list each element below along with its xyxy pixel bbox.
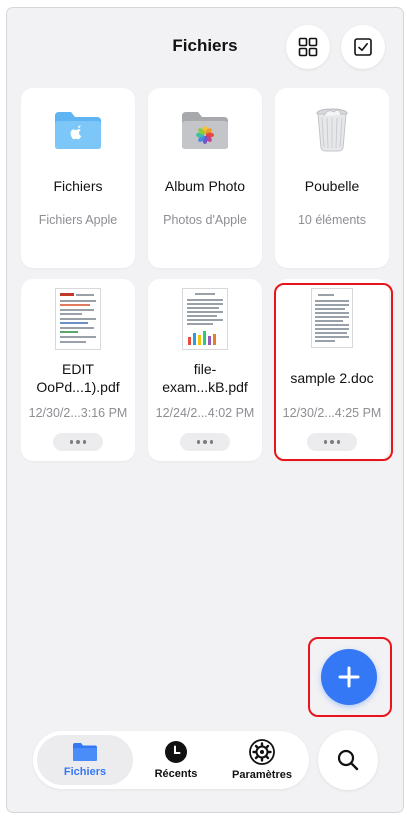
file-name-line2: exam...kB.pdf bbox=[162, 379, 248, 395]
more-options-button[interactable] bbox=[180, 433, 230, 451]
location-card-fichiers[interactable]: Fichiers Fichiers Apple bbox=[21, 88, 135, 268]
location-name: Fichiers bbox=[53, 178, 103, 194]
tab-label: Récents bbox=[154, 768, 198, 780]
file-card[interactable]: EDIT OoPd...1).pdf 12/30/2...3:16 PM bbox=[21, 279, 135, 461]
file-name-line2: OoPd...1).pdf bbox=[36, 379, 120, 395]
folder-icon bbox=[73, 743, 97, 761]
file-name-line1: EDIT bbox=[62, 361, 94, 377]
grid-view-icon bbox=[298, 37, 318, 57]
checkbox-select-icon bbox=[354, 38, 372, 56]
more-options-button[interactable] bbox=[53, 433, 103, 451]
photos-folder-icon bbox=[182, 112, 228, 149]
ellipsis-icon bbox=[69, 440, 74, 444]
location-subtitle: Fichiers Apple bbox=[38, 213, 118, 227]
search-button[interactable] bbox=[318, 730, 378, 790]
file-name-line1: file- bbox=[193, 361, 217, 377]
pdf-thumbnail bbox=[56, 289, 100, 349]
location-name: Album Photo bbox=[164, 178, 246, 194]
ellipsis-icon bbox=[196, 440, 201, 444]
search-icon bbox=[337, 749, 359, 771]
tab-label: Fichiers bbox=[63, 766, 107, 778]
clock-icon bbox=[165, 741, 187, 763]
select-button[interactable] bbox=[341, 25, 385, 69]
location-card-poubelle[interactable]: Poubelle 10 éléments bbox=[275, 88, 389, 268]
tab-label: Paramètres bbox=[232, 769, 292, 781]
grid-view-button[interactable] bbox=[286, 25, 330, 69]
highlight-box bbox=[308, 637, 392, 717]
gear-icon bbox=[249, 739, 275, 765]
file-card[interactable]: file- exam...kB.pdf 12/24/2...4:02 PM bbox=[148, 279, 262, 461]
tab-parametres[interactable]: Paramètres bbox=[219, 735, 305, 785]
file-date: 12/24/2...4:02 PM bbox=[155, 406, 255, 420]
location-subtitle: Photos d'Apple bbox=[163, 213, 247, 227]
file-date: 12/30/2...3:16 PM bbox=[28, 406, 128, 420]
tab-recents[interactable]: Récents bbox=[136, 735, 216, 785]
tab-bar: Fichiers Récents Paramètres bbox=[33, 731, 309, 789]
trash-icon bbox=[316, 108, 348, 152]
apple-folder-icon bbox=[55, 112, 101, 149]
location-subtitle: 10 éléments bbox=[297, 213, 367, 227]
files-screen: Fichiers Fichiers Fichiers Apple Album P… bbox=[7, 8, 403, 812]
tab-fichiers[interactable]: Fichiers bbox=[37, 735, 133, 785]
location-card-album-photo[interactable]: Album Photo Photos d'Apple bbox=[148, 88, 262, 268]
highlight-box bbox=[274, 283, 393, 461]
pdf-thumbnail bbox=[183, 289, 227, 349]
location-name: Poubelle bbox=[304, 178, 360, 194]
